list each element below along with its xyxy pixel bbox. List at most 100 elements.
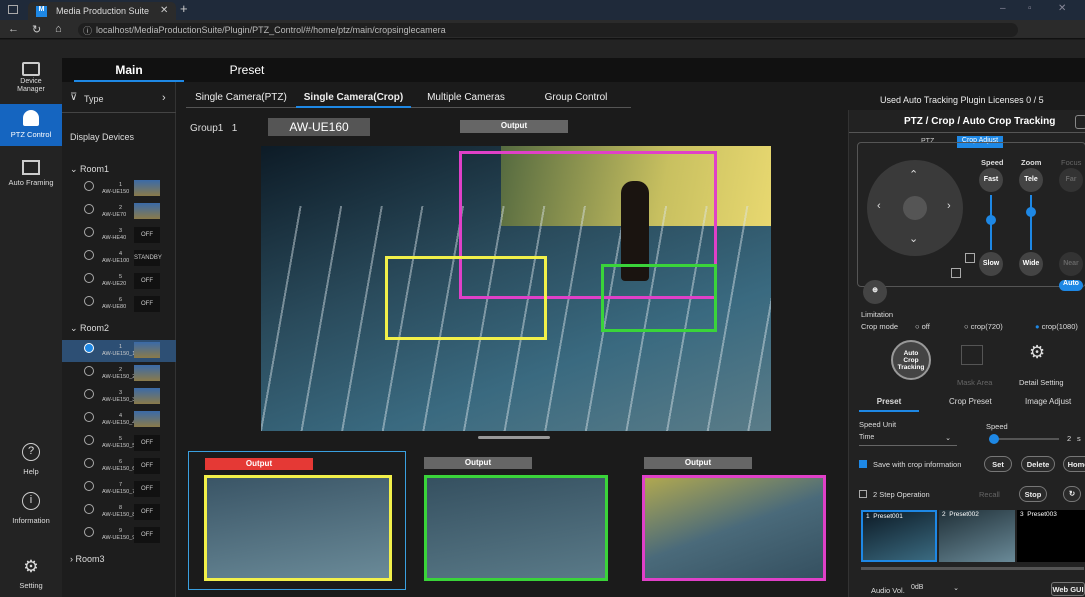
radio-icon[interactable] bbox=[84, 227, 94, 237]
camera-row[interactable]: 1 AW-UE150_1 bbox=[62, 340, 176, 362]
arrow-up-icon[interactable]: ⌃ bbox=[909, 168, 918, 181]
tab-single-camera-crop[interactable]: Single Camera(Crop) bbox=[296, 88, 411, 108]
limitation-button[interactable]: ⊕ bbox=[863, 280, 887, 304]
radio-icon[interactable] bbox=[84, 204, 94, 214]
reload-icon[interactable]: ↻ bbox=[32, 23, 41, 36]
new-tab-icon[interactable]: + bbox=[180, 1, 188, 16]
rail-help[interactable]: ? Help bbox=[0, 443, 62, 483]
far-button[interactable]: Far bbox=[1059, 168, 1083, 192]
camera-row[interactable]: 2 AW-UE150_2 bbox=[62, 363, 176, 385]
browser-tab[interactable]: M Media Production Suite ✕ bbox=[28, 2, 176, 20]
tab-preset-lower[interactable]: Preset bbox=[859, 394, 919, 412]
two-step-checkbox[interactable] bbox=[859, 490, 867, 498]
tab-single-camera-ptz[interactable]: Single Camera(PTZ) bbox=[186, 88, 296, 108]
tele-button[interactable]: Tele bbox=[1019, 168, 1043, 192]
arrow-right-icon[interactable]: › bbox=[947, 200, 951, 212]
panel-collapse-button[interactable] bbox=[1075, 115, 1085, 129]
radio-icon[interactable] bbox=[84, 435, 94, 445]
camera-row[interactable]: 3 AW-HE40 OFF bbox=[62, 224, 176, 246]
auto-focus-button[interactable]: Auto bbox=[1059, 280, 1083, 291]
stop-button[interactable]: Stop bbox=[1019, 486, 1047, 502]
slow-button[interactable]: Slow bbox=[979, 252, 1003, 276]
lock-icon[interactable] bbox=[951, 268, 961, 278]
radio-icon[interactable] bbox=[84, 273, 94, 283]
maximize-icon[interactable]: ▫ bbox=[1028, 3, 1032, 14]
crop-1080-radio[interactable]: ● crop(1080) bbox=[1035, 322, 1078, 331]
radio-icon[interactable] bbox=[84, 181, 94, 191]
delete-button[interactable]: Delete bbox=[1021, 456, 1055, 472]
tab-multiple-cameras[interactable]: Multiple Cameras bbox=[411, 88, 521, 108]
camera-row[interactable]: 6 AW-UE150_6 OFF bbox=[62, 455, 176, 477]
audio-vol-select[interactable]: 0dB ⌄ bbox=[911, 584, 961, 596]
fast-button[interactable]: Fast bbox=[979, 168, 1003, 192]
radio-icon[interactable] bbox=[84, 250, 94, 260]
tab-image-adjust[interactable]: Image Adjust bbox=[1025, 397, 1071, 406]
rail-auto-framing[interactable]: Auto Framing bbox=[0, 154, 62, 194]
rail-ptz-control[interactable]: PTZ Control bbox=[0, 104, 62, 146]
preset-scrollbar[interactable] bbox=[861, 567, 1084, 570]
type-filter[interactable]: ⊽ Type › bbox=[62, 92, 176, 108]
camera-row[interactable]: 9 AW-UE150_9 OFF bbox=[62, 524, 176, 546]
speed-range-slider[interactable] bbox=[989, 434, 1059, 444]
center-button[interactable] bbox=[903, 196, 927, 220]
home-button[interactable]: Home bbox=[1063, 456, 1085, 472]
arrow-left-icon[interactable]: ‹ bbox=[877, 200, 881, 212]
crop-frame-green[interactable] bbox=[601, 264, 717, 332]
camera-row[interactable]: 4 AW-UE150_4 bbox=[62, 409, 176, 431]
rail-device-manager[interactable]: Device Manager bbox=[0, 58, 62, 102]
tab-preset[interactable]: Preset bbox=[192, 58, 302, 82]
radio-icon[interactable] bbox=[84, 504, 94, 514]
camera-row[interactable]: 6 AW-UE80 OFF bbox=[62, 293, 176, 315]
tab-main[interactable]: Main bbox=[74, 58, 184, 82]
speed-unit-select[interactable]: Time ⌄ bbox=[859, 432, 957, 446]
rail-setting[interactable]: ⚙ Setting bbox=[0, 558, 62, 597]
radio-icon[interactable] bbox=[84, 458, 94, 468]
camera-row[interactable]: 8 AW-UE150_8 OFF bbox=[62, 501, 176, 523]
camera-row[interactable]: 7 AW-UE150_7 OFF bbox=[62, 478, 176, 500]
web-gui-button[interactable]: Web GUI bbox=[1051, 582, 1085, 596]
radio-icon[interactable] bbox=[84, 296, 94, 306]
crop-off-radio[interactable]: ○ off bbox=[915, 322, 930, 331]
gear-icon[interactable]: ⚙ bbox=[1029, 342, 1045, 363]
window-menu-icon[interactable] bbox=[8, 5, 18, 14]
arrow-down-icon[interactable]: ⌄ bbox=[909, 232, 918, 245]
camera-row[interactable]: 3 AW-UE150_3 bbox=[62, 386, 176, 408]
room3-header[interactable]: › Room3 bbox=[70, 554, 105, 564]
sub-output-3[interactable]: Output bbox=[628, 451, 846, 590]
near-button[interactable]: Near bbox=[1059, 252, 1083, 276]
tab-group-control[interactable]: Group Control bbox=[521, 88, 631, 108]
crop-720-radio[interactable]: ○ crop(720) bbox=[964, 322, 1003, 331]
set-button[interactable]: Set bbox=[984, 456, 1012, 472]
sub-output-2[interactable]: Output bbox=[408, 451, 626, 590]
camera-row[interactable]: 4 AW-UE100 STANDBY bbox=[62, 247, 176, 269]
slider-knob[interactable] bbox=[1026, 207, 1036, 217]
direction-pad[interactable]: ⌃ ⌄ ‹ › bbox=[867, 160, 963, 256]
preset-thumbnail-3[interactable]: 3 Preset003 bbox=[1017, 510, 1085, 562]
slider-knob[interactable] bbox=[986, 215, 996, 225]
recall-button[interactable]: Recall bbox=[979, 490, 1000, 499]
view-resize-handle[interactable] bbox=[478, 436, 550, 439]
refresh-button[interactable]: ↻ bbox=[1063, 486, 1081, 502]
minimize-icon[interactable]: – bbox=[1000, 3, 1006, 14]
zoom-slider[interactable] bbox=[1026, 195, 1036, 250]
auto-crop-tracking-button[interactable]: Auto Crop Tracking bbox=[891, 340, 931, 380]
crop-frame-yellow[interactable] bbox=[385, 256, 547, 340]
camera-row[interactable]: 2 AW-UE70 bbox=[62, 201, 176, 223]
slider-knob[interactable] bbox=[989, 434, 999, 444]
radio-icon[interactable] bbox=[84, 389, 94, 399]
speed-slider[interactable] bbox=[986, 195, 996, 250]
radio-icon[interactable] bbox=[84, 481, 94, 491]
room2-header[interactable]: ⌄ Room2 bbox=[70, 323, 109, 334]
camera-row[interactable]: 1 AW-UE150 bbox=[62, 178, 176, 200]
radio-icon[interactable] bbox=[84, 366, 94, 376]
url-field[interactable]: ⓘ localhost/MediaProductionSuite/Plugin/… bbox=[78, 23, 1018, 37]
radio-icon[interactable] bbox=[84, 527, 94, 537]
radio-icon[interactable] bbox=[84, 343, 94, 353]
main-camera-view[interactable] bbox=[261, 146, 771, 431]
wide-button[interactable]: Wide bbox=[1019, 252, 1043, 276]
preset-thumbnail-1[interactable]: 1 Preset001 bbox=[861, 510, 937, 562]
close-tab-icon[interactable]: ✕ bbox=[160, 5, 168, 16]
sub-output-1[interactable]: Output bbox=[188, 451, 406, 590]
mask-area-icon[interactable] bbox=[961, 345, 983, 365]
expand-icon[interactable] bbox=[965, 253, 975, 263]
